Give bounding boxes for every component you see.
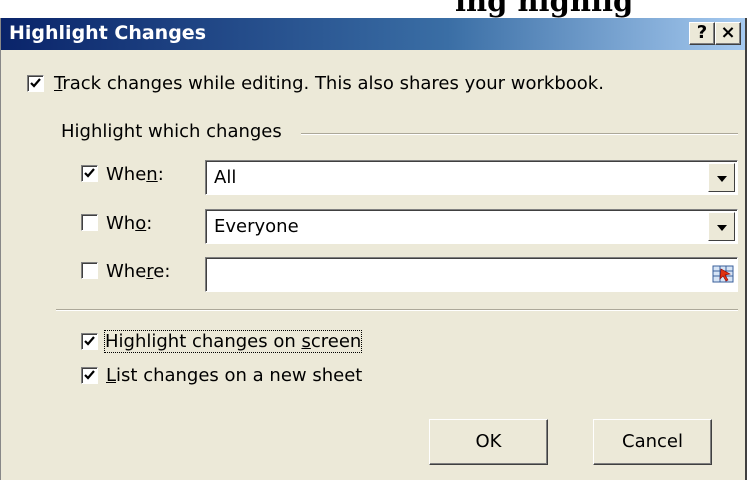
checkmark-icon	[84, 370, 95, 380]
who-checkbox[interactable]	[81, 214, 98, 231]
close-icon: ×	[720, 22, 736, 43]
ok-button[interactable]: OK	[429, 419, 548, 465]
chevron-down-icon	[717, 225, 727, 231]
list-on-new-sheet-label[interactable]: List changes on a new sheet	[106, 365, 362, 386]
checkmark-icon	[84, 336, 95, 346]
highlight-on-screen-checkbox[interactable]	[81, 333, 98, 350]
highlight-changes-dialog: Highlight Changes ? × Track changes whil…	[0, 18, 747, 480]
group-divider	[301, 133, 738, 135]
checkmark-icon	[30, 78, 41, 88]
highlight-on-screen-label[interactable]: Highlight changes on screen	[103, 330, 363, 353]
close-button[interactable]: ×	[715, 22, 741, 45]
range-select-icon[interactable]	[712, 263, 734, 285]
who-label[interactable]: Who:	[106, 213, 152, 234]
background-heading-fragment: ing highlig	[0, 0, 747, 18]
who-dropdown-button[interactable]	[708, 212, 735, 241]
when-label[interactable]: When:	[106, 164, 164, 185]
checkmark-icon	[84, 168, 95, 178]
who-select[interactable]: Everyone	[205, 209, 738, 244]
section-separator	[56, 309, 738, 311]
when-select[interactable]: All	[205, 160, 738, 195]
track-changes-label[interactable]: Track changes while editing. This also s…	[54, 73, 604, 94]
where-input[interactable]	[205, 257, 738, 292]
list-on-new-sheet-checkbox[interactable]	[81, 367, 98, 384]
help-icon: ?	[696, 22, 708, 43]
chevron-down-icon	[717, 176, 727, 182]
group-title: Highlight which changes	[61, 121, 282, 142]
who-value: Everyone	[214, 216, 299, 237]
track-changes-checkbox[interactable]	[27, 75, 44, 92]
help-button[interactable]: ?	[689, 22, 715, 45]
when-dropdown-button[interactable]	[708, 163, 735, 192]
title-bar: Highlight Changes ? ×	[1, 18, 745, 50]
where-label[interactable]: Where:	[106, 261, 170, 282]
dialog-title: Highlight Changes	[9, 22, 207, 44]
when-checkbox[interactable]	[81, 165, 98, 182]
heading-fragment-text: ing highlig	[455, 0, 634, 18]
when-value: All	[214, 167, 237, 188]
where-checkbox[interactable]	[81, 262, 98, 279]
cancel-button[interactable]: Cancel	[593, 419, 712, 465]
